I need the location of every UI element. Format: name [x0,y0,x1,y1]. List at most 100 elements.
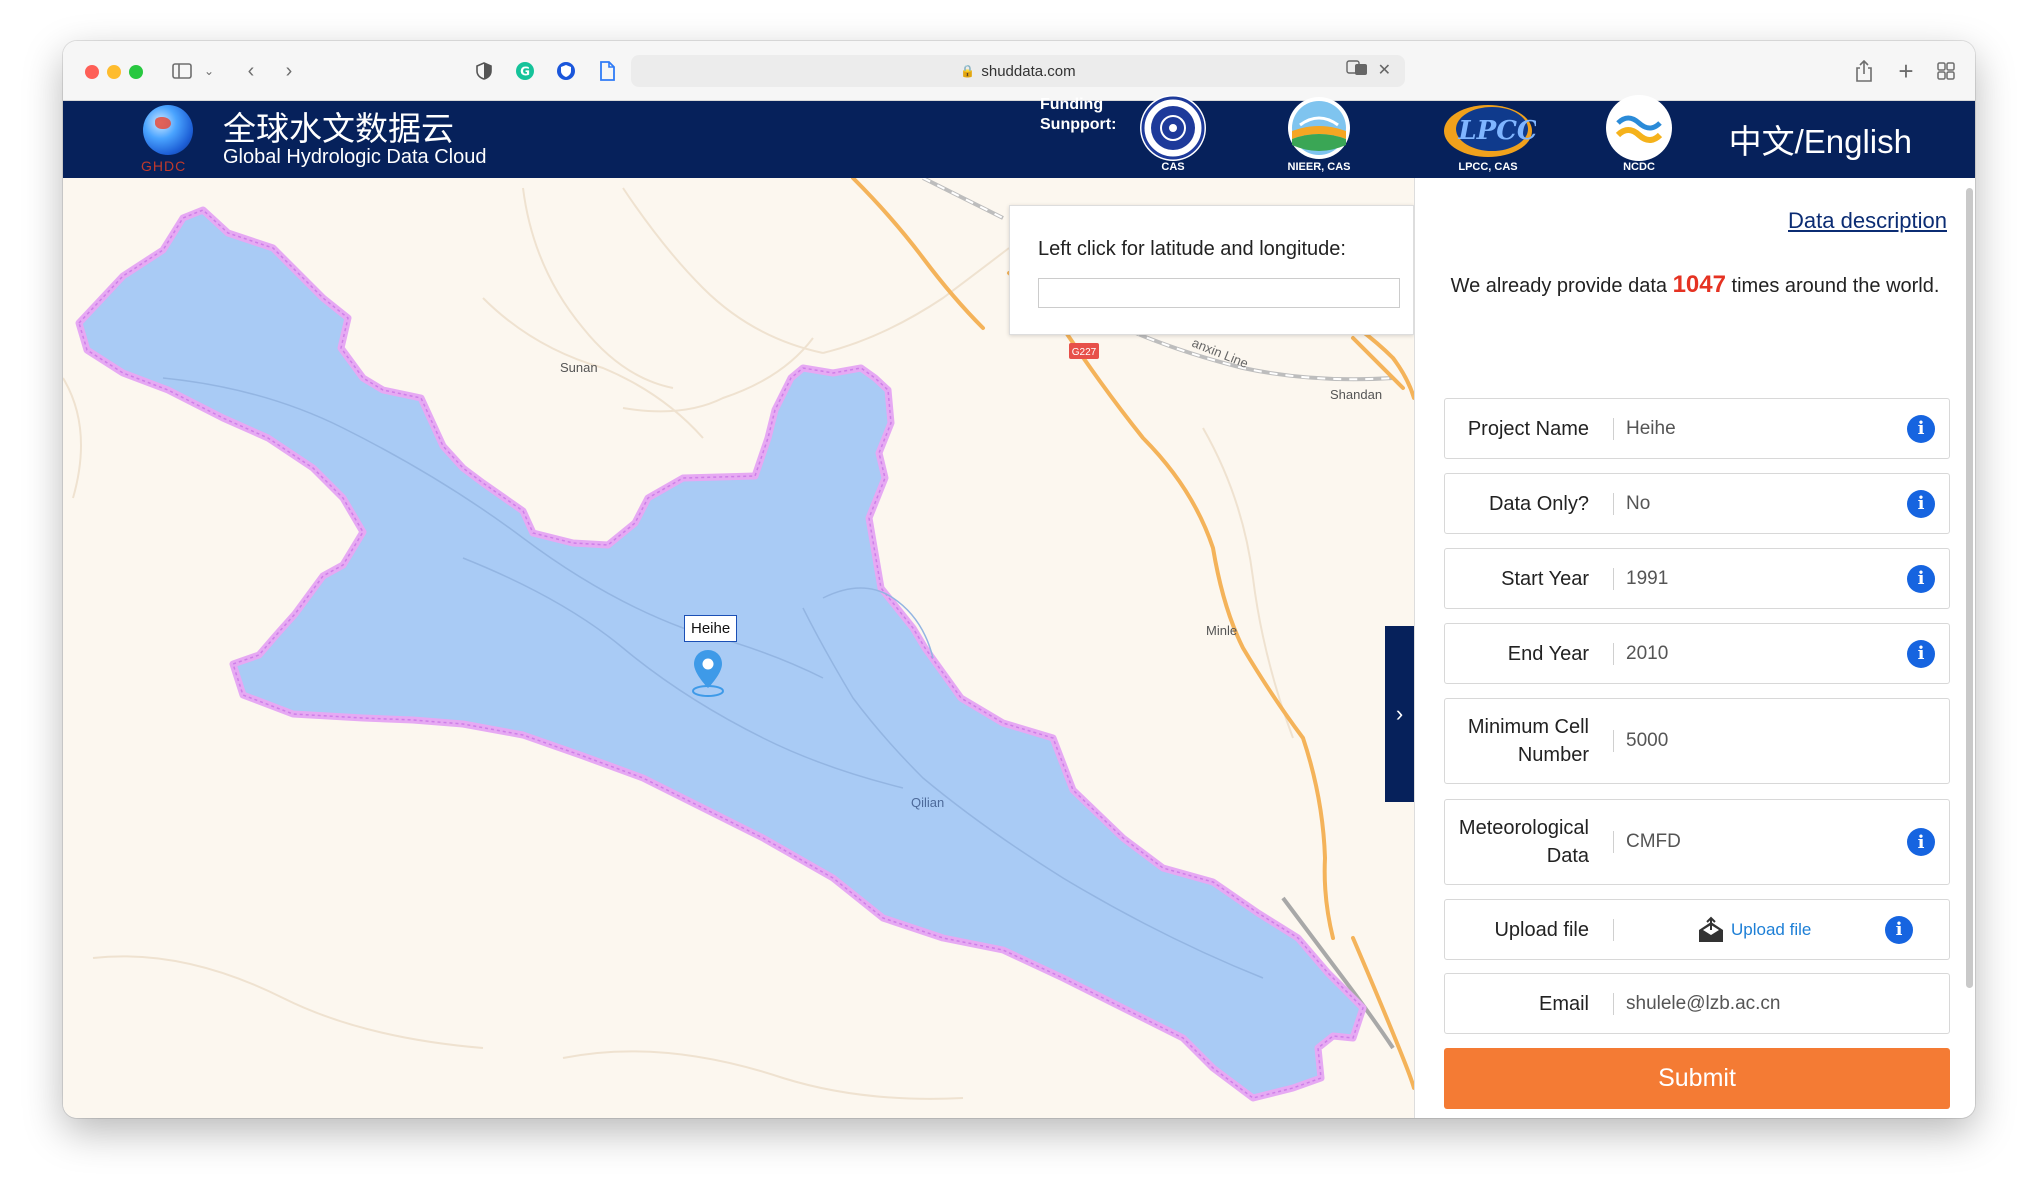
field-label: Data Only? [1488,492,1589,515]
map-pin-icon[interactable] [691,648,725,698]
meteorological-data-select[interactable]: CMFD [1626,800,1681,884]
sponsor-caption: LPCC, CAS [1458,161,1518,173]
sponsor-cas[interactable]: CAS [1133,95,1213,178]
language-toggle[interactable]: 中文/English [1729,115,1912,163]
tab-overview-icon[interactable] [1933,57,1959,85]
site-title-cn: 全球水文数据云 [223,109,454,148]
terrain-line [562,1050,964,1100]
field-separator [1613,567,1614,590]
terrain-line [63,377,82,499]
g227-road-shield-label: G227 [1072,347,1097,358]
funding-label-line2: Sunpport: [1040,116,1117,133]
address-bar[interactable]: 🔒 shuddata.com ✕ [631,55,1405,87]
sponsor-caption: NCDC [1623,161,1655,173]
info-icon[interactable]: i [1907,414,1935,443]
svg-text:G: G [520,65,530,79]
site-title-en: Global Hydrologic Data Cloud [223,146,487,168]
nieer-emblem-icon [1286,95,1352,161]
address-bar-url: shuddata.com [981,62,1076,80]
field-minimum-cell-number[interactable]: Minimum Cell Number 5000 [1444,698,1950,784]
new-tab-icon[interactable]: + [1893,56,1919,86]
zoom-window-button[interactable] [129,65,143,79]
start-year-input[interactable]: 1991 [1626,549,1668,608]
lpcc-emblem-icon: LPCC [1440,95,1536,161]
email-input[interactable]: shulele@lzb.ac.cn [1626,974,1780,1033]
ncdc-emblem-icon [1606,95,1672,161]
coordinate-input[interactable] [1038,278,1400,308]
notice-suffix: times around the world. [1731,275,1940,297]
end-year-input[interactable]: 2010 [1626,624,1668,683]
share-icon[interactable] [1851,57,1877,85]
field-start-year[interactable]: Start Year 1991 i [1444,548,1950,609]
data-only-select[interactable]: No [1626,474,1650,533]
terrain-line [522,187,674,389]
translate-icon[interactable] [1345,60,1368,81]
minimize-window-button[interactable] [107,65,121,79]
coordinate-panel: Left click for latitude and longitude: [1009,205,1414,335]
map-view[interactable]: G227 anxin Line Sunan Shandan Minle Qili… [63,178,1414,1118]
ghdc-logo-globe-icon[interactable] [143,105,193,155]
close-icon[interactable]: ✕ [1378,60,1391,81]
back-icon[interactable]: ‹ [239,57,263,85]
privacy-shield-icon[interactable] [471,57,497,85]
extension-shield-icon[interactable] [553,57,579,85]
document-extension-icon[interactable] [594,57,620,85]
field-end-year[interactable]: End Year 2010 i [1444,623,1950,684]
field-separator [1613,642,1614,665]
lock-icon: 🔒 [960,64,976,78]
field-separator [1613,831,1614,853]
notice-count: 1047 [1672,271,1726,298]
chevron-down-icon[interactable]: ⌄ [201,57,217,85]
field-meteorological-data[interactable]: Meteorological Data CMFD i [1444,799,1950,885]
request-form-panel: Data description We already provide data… [1414,178,1975,1118]
minimum-cell-number-input[interactable]: 5000 [1626,699,1668,783]
grammarly-extension-icon[interactable]: G [512,57,538,85]
browser-window: ⌄ ‹ › G 🔒 shuddata.com ✕ + GHDC 全球水文数据云 … [63,41,1975,1118]
field-email[interactable]: Email shulele@lzb.ac.cn [1444,973,1950,1034]
rail-line-label: anxin Line [1190,335,1251,371]
project-name-input[interactable]: Heihe [1626,399,1676,458]
sponsor-lpcc-cas[interactable]: LPCC LPCC, CAS [1438,101,1538,178]
site-header: GHDC 全球水文数据云 Global Hydrologic Data Clou… [63,95,1975,178]
field-label: Upload file [1494,918,1589,941]
marker-label-heihe[interactable]: Heihe [684,615,738,642]
sponsor-nieer-cas[interactable]: NIEER, CAS [1279,97,1359,178]
field-separator [1613,918,1614,941]
field-data-only[interactable]: Data Only? No i [1444,473,1950,534]
highway-road [851,178,985,330]
info-icon[interactable]: i [1885,915,1913,944]
place-sunan: Sunan [560,360,598,375]
funding-label-line1: Funding [1040,96,1104,113]
info-icon[interactable]: i [1907,564,1935,593]
upload-file-label: Upload file [1731,919,1812,939]
close-window-button[interactable] [85,65,99,79]
field-label: Email [1538,992,1589,1015]
submit-button[interactable]: Submit [1444,1048,1950,1109]
sponsor-caption: NIEER, CAS [1287,161,1351,173]
sponsor-caption: CAS [1161,161,1185,173]
field-separator [1613,730,1614,752]
info-icon[interactable]: i [1907,489,1935,518]
upload-file-button[interactable]: Upload file [1697,900,1811,959]
panel-toggle-chevron-icon[interactable]: › [1385,626,1414,802]
info-icon[interactable]: i [1907,639,1935,668]
sidebar-toggle-icon[interactable] [167,57,197,85]
forward-icon[interactable]: › [277,57,301,85]
terrain-line [92,955,484,1049]
field-label: Meteorological Data [1458,817,1589,867]
info-icon[interactable]: i [1907,828,1935,856]
field-upload-file[interactable]: Upload file Upload file i [1444,899,1950,960]
place-minle: Minle [1206,623,1238,638]
data-description-link[interactable]: Data description [1788,208,1947,234]
place-shandan: Shandan [1330,387,1383,402]
sponsor-ncdc[interactable]: NCDC [1599,95,1679,178]
logo-text: GHDC [141,158,187,174]
scrollbar[interactable] [1966,188,1973,988]
terrain-line [1202,427,1294,739]
field-project-name[interactable]: Project Name Heihe i [1444,398,1950,459]
field-label: Minimum Cell Number [1467,716,1589,766]
notice-prefix: We already provide data [1450,275,1668,297]
field-label: Project Name [1467,417,1589,440]
field-label: Start Year [1501,567,1589,590]
browser-titlebar: ⌄ ‹ › G 🔒 shuddata.com ✕ + [63,41,1975,101]
